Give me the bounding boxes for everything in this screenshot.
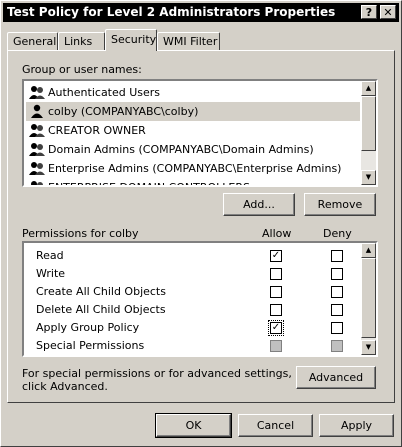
list-item-text: Enterprise Admins (COMPANYABC\Enterprise… [48,162,342,175]
advanced-note-line1: For special permissions or for advanced … [22,367,292,380]
scroll-up-arrow-icon[interactable]: ▲ [361,81,376,96]
scroll-down-arrow-icon[interactable]: ▼ [361,340,376,355]
apply-button-label: Apply [340,419,373,432]
create-child-allow-checkbox[interactable] [270,286,282,298]
advanced-note: For special permissions or for advanced … [22,367,292,393]
tab-security-label: Security [111,33,157,46]
ok-button-label: OK [185,419,202,432]
allow-header: Allow [262,227,292,240]
group-list-label: Group or user names: [22,63,142,76]
title-bar[interactable]: Test Policy for Level 2 Administrators P… [3,3,399,22]
advanced-note-line2: click Advanced. [22,380,108,393]
special-permissions-deny-checkbox [331,340,343,352]
permission-name: Create All Child Objects [36,285,166,298]
window-title: Test Policy for Level 2 Administrators P… [7,5,336,19]
user-icon [31,104,43,118]
tab-wmi-filter-label: WMI Filter [163,35,218,48]
users-icon [29,162,45,175]
permission-name: Apply Group Policy [36,321,140,334]
apply-group-policy-deny-checkbox[interactable] [331,322,343,334]
add-button[interactable]: Add... [223,193,295,216]
delete-child-deny-checkbox[interactable] [331,304,343,316]
cancel-button-label: Cancel [256,419,295,432]
list-item[interactable]: CREATOR OWNER [26,121,360,140]
permission-row: Special Permissions [26,337,144,355]
permission-row: Create All Child Objects [26,283,166,301]
permission-row: Read [26,247,64,265]
help-button[interactable]: ? [361,5,377,19]
tab-general[interactable]: General [7,32,58,50]
permissions-list[interactable]: Read Write Create All Child Objects Dele… [22,241,378,357]
list-item[interactable]: colby (COMPANYABC\colby) [26,102,360,121]
scroll-up-arrow-icon[interactable]: ▲ [361,243,376,258]
remove-button-label: Remove [317,198,363,211]
properties-dialog: Test Policy for Level 2 Administrators P… [0,0,402,447]
list-item-text: ENTERPRISE DOMAIN CONTROLLERS [48,178,250,185]
permissions-scrollbar[interactable]: ▲ ▼ [361,243,376,355]
delete-child-allow-checkbox[interactable] [270,304,282,316]
users-icon [29,124,45,137]
list-item[interactable]: Enterprise Admins (COMPANYABC\Enterprise… [26,159,360,178]
list-item-text: Authenticated Users [48,86,161,99]
write-allow-checkbox[interactable] [270,268,282,280]
permission-row: Delete All Child Objects [26,301,166,319]
advanced-button-label: Advanced [308,371,364,384]
cancel-button[interactable]: Cancel [238,414,313,437]
scroll-thumb[interactable] [361,96,376,151]
list-item[interactable]: Domain Admins (COMPANYABC\Domain Admins) [26,140,360,159]
users-icon [29,143,45,156]
permission-name: Delete All Child Objects [36,303,166,316]
permission-name: Write [36,267,66,280]
special-permissions-allow-checkbox [270,340,282,352]
list-item-text: CREATOR OWNER [48,124,146,137]
scroll-down-arrow-icon[interactable]: ▼ [361,170,376,185]
group-list-scrollbar[interactable]: ▲ ▼ [361,81,376,185]
close-button[interactable]: ✕ [380,5,396,19]
tab-general-label: General [13,35,57,48]
read-deny-checkbox[interactable] [331,250,343,262]
apply-button[interactable]: Apply [319,414,394,437]
advanced-button[interactable]: Advanced [296,366,376,389]
permission-name: Special Permissions [36,339,145,352]
permission-row: Write [26,265,65,283]
tab-links-label: Links [64,35,93,48]
permission-row: Apply Group Policy [26,319,139,337]
list-item[interactable]: ENTERPRISE DOMAIN CONTROLLERS [26,178,360,185]
create-child-deny-checkbox[interactable] [331,286,343,298]
users-icon [29,86,45,99]
tab-wmi-filter[interactable]: WMI Filter [157,32,220,50]
list-item-text: Domain Admins (COMPANYABC\Domain Admins) [48,143,314,156]
apply-group-policy-allow-checkbox[interactable]: ✓ [268,320,284,336]
ok-button[interactable]: OK [155,413,232,438]
scroll-thumb[interactable] [361,258,376,338]
group-user-list[interactable]: Authenticated Users colby (COMPANYABC\co… [22,79,378,187]
tab-security[interactable]: Security [105,29,157,51]
permission-name: Read [36,249,64,262]
permissions-label: Permissions for colby [22,227,139,240]
remove-button[interactable]: Remove [304,193,376,216]
users-icon [31,181,43,185]
add-button-label: Add... [243,198,275,211]
security-panel: Group or user names: Authenticated Users… [7,50,395,403]
read-allow-checkbox[interactable]: ✓ [270,250,282,262]
tab-links[interactable]: Links [58,32,105,50]
deny-header: Deny [323,227,352,240]
write-deny-checkbox[interactable] [331,268,343,280]
list-item-text: colby (COMPANYABC\colby) [48,105,199,118]
list-item[interactable]: Authenticated Users [26,83,360,102]
